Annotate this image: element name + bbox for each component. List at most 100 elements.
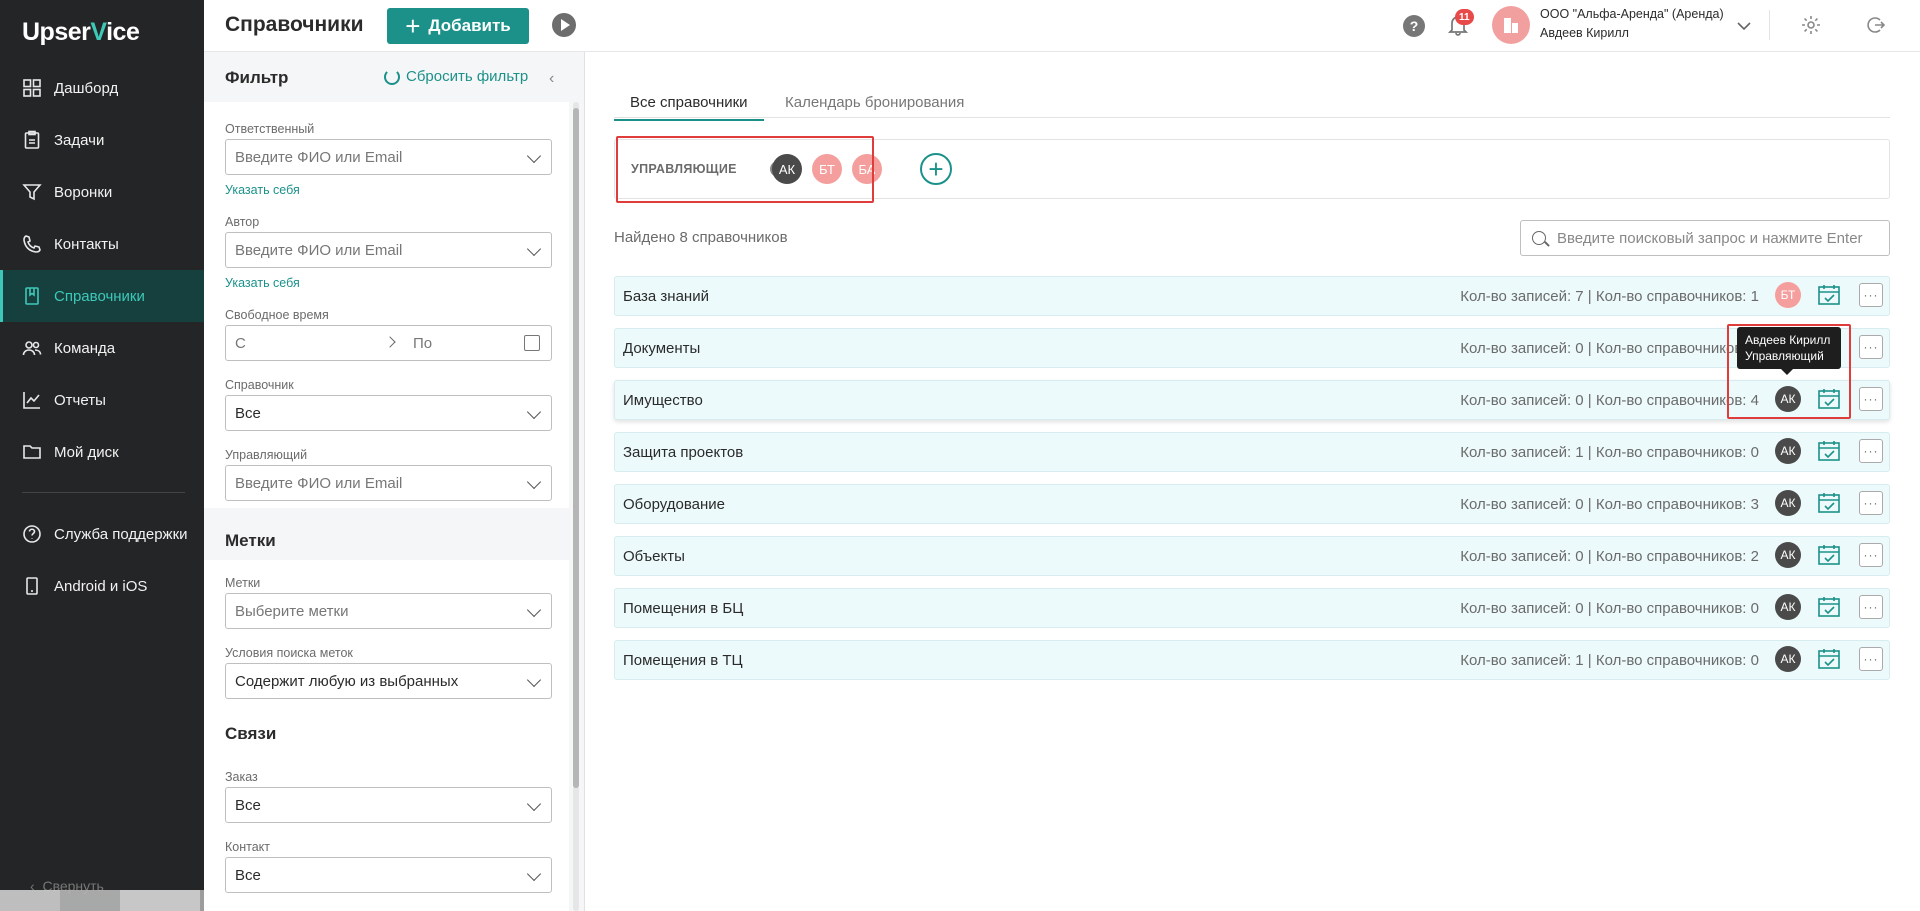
collapse-panel-icon[interactable]: ‹ bbox=[549, 70, 554, 88]
row-name[interactable]: Документы bbox=[623, 340, 700, 357]
sidebar-item-label: Служба поддержки bbox=[54, 525, 188, 543]
page-title: Справочники bbox=[225, 13, 364, 36]
table-row[interactable]: Помещения в ТЦ Кол-во записей: 1 | Кол-в… bbox=[614, 640, 1890, 680]
more-options-button[interactable]: ··· bbox=[1859, 387, 1883, 411]
table-row[interactable]: Документы Кол-во записей: 0 | Кол-во спр… bbox=[614, 328, 1890, 368]
reset-filter-button[interactable]: Сбросить фильтр bbox=[384, 68, 528, 85]
row-owner-avatar[interactable]: АК bbox=[1775, 646, 1801, 672]
date-from-field[interactable]: С bbox=[235, 335, 246, 352]
sidebar-item-contacts[interactable]: Контакты bbox=[0, 218, 204, 270]
calendar-check-icon[interactable] bbox=[1817, 648, 1841, 670]
sidebar-item-support[interactable]: Служба поддержки bbox=[0, 508, 204, 560]
row-name[interactable]: Объекты bbox=[623, 548, 685, 565]
order-select[interactable]: Все bbox=[225, 787, 552, 823]
row-owner-avatar[interactable]: АК bbox=[1775, 438, 1801, 464]
chevron-down-icon bbox=[526, 474, 542, 490]
sidebar-item-reports[interactable]: Отчеты bbox=[0, 374, 204, 426]
row-name[interactable]: Помещения в ТЦ bbox=[623, 652, 743, 669]
more-options-button[interactable]: ··· bbox=[1859, 335, 1883, 359]
add-button[interactable]: + Добавить bbox=[387, 8, 529, 44]
row-name[interactable]: Имущество bbox=[623, 392, 703, 409]
top-header: Справочники + Добавить ? 11 ООО "Альфа-Ар… bbox=[204, 0, 1920, 52]
help-icon[interactable]: ? bbox=[1403, 15, 1425, 37]
header-divider bbox=[1769, 10, 1770, 40]
table-row[interactable]: Имущество Кол-во записей: 0 | Кол-во спр… bbox=[614, 380, 1890, 420]
more-options-button[interactable]: ··· bbox=[1859, 647, 1883, 671]
table-row[interactable]: База знаний Кол-во записей: 7 | Кол-во с… bbox=[614, 276, 1890, 316]
user-name[interactable]: Авдеев Кирилл bbox=[1540, 26, 1629, 40]
table-row[interactable]: Помещения в БЦ Кол-во записей: 0 | Кол-в… bbox=[614, 588, 1890, 628]
highlight-box-managers bbox=[616, 136, 874, 203]
row-stats: Кол-во записей: 0 | Кол-во справочников:… bbox=[1460, 600, 1759, 617]
contact-select[interactable]: Все bbox=[225, 857, 552, 893]
calendar-check-icon[interactable] bbox=[1817, 440, 1841, 462]
chevron-down-icon bbox=[526, 866, 542, 882]
calendar-check-icon[interactable] bbox=[1817, 284, 1841, 306]
responsible-input[interactable]: Введите ФИО или Email bbox=[225, 139, 552, 175]
table-row[interactable]: Защита проектов Кол-во записей: 1 | Кол-… bbox=[614, 432, 1890, 472]
app-logo[interactable]: UpserVice bbox=[22, 18, 140, 47]
manager-input[interactable]: Введите ФИО или Email bbox=[225, 465, 552, 501]
sidebar-item-funnels[interactable]: Воронки bbox=[0, 166, 204, 218]
sidebar-item-directories[interactable]: Справочники bbox=[0, 270, 204, 322]
row-owner-avatar[interactable]: БТ bbox=[1775, 282, 1801, 308]
tags-select[interactable]: Выберите метки bbox=[225, 593, 552, 629]
filter-scrollbar-thumb[interactable] bbox=[573, 108, 579, 788]
building-icon bbox=[1504, 18, 1518, 33]
row-name[interactable]: Защита проектов bbox=[623, 444, 743, 461]
more-options-button[interactable]: ··· bbox=[1859, 491, 1883, 515]
folder-icon bbox=[22, 442, 42, 462]
author-input[interactable]: Введите ФИО или Email bbox=[225, 232, 552, 268]
date-to-field[interactable]: По bbox=[413, 335, 432, 352]
sidebar-item-tasks[interactable]: Задачи bbox=[0, 114, 204, 166]
calendar-check-icon[interactable] bbox=[1817, 492, 1841, 514]
author-self-link[interactable]: Указать себя bbox=[225, 276, 300, 290]
row-owner-avatar[interactable]: АК bbox=[1775, 490, 1801, 516]
sidebar-item-team[interactable]: Команда bbox=[0, 322, 204, 374]
mobile-icon bbox=[22, 576, 42, 596]
gear-icon[interactable] bbox=[1800, 14, 1822, 40]
sidebar-item-label: Отчеты bbox=[54, 391, 106, 409]
add-manager-button[interactable]: + bbox=[920, 153, 952, 185]
row-name[interactable]: База знаний bbox=[623, 288, 709, 305]
sidebar-item-label: Задачи bbox=[54, 131, 105, 149]
tabs: Все справочники Календарь бронирования bbox=[614, 88, 1890, 121]
directory-select[interactable]: Все bbox=[225, 395, 552, 431]
play-video-button[interactable] bbox=[552, 13, 576, 37]
more-options-button[interactable]: ··· bbox=[1859, 595, 1883, 619]
more-options-button[interactable]: ··· bbox=[1859, 283, 1883, 307]
organization-name[interactable]: ООО "Альфа-Аренда" (Аренда) bbox=[1540, 7, 1724, 21]
search-input[interactable]: Введите поисковый запрос и нажмите Enter bbox=[1520, 220, 1890, 256]
chevron-down-icon[interactable] bbox=[1737, 18, 1751, 35]
tags-condition-select[interactable]: Содержит любую из выбранных bbox=[225, 663, 552, 699]
book-icon bbox=[22, 286, 42, 306]
row-stats: Кол-во записей: 0 | Кол-во справочников:… bbox=[1460, 392, 1759, 409]
chart-icon bbox=[22, 390, 42, 410]
more-options-button[interactable]: ··· bbox=[1859, 439, 1883, 463]
row-name[interactable]: Оборудование bbox=[623, 496, 725, 513]
table-row[interactable]: Объекты Кол-во записей: 0 | Кол-во справ… bbox=[614, 536, 1890, 576]
tab-all-directories[interactable]: Все справочники bbox=[614, 94, 764, 121]
calendar-icon[interactable] bbox=[524, 335, 540, 351]
calendar-check-icon[interactable] bbox=[1817, 544, 1841, 566]
organization-avatar[interactable] bbox=[1492, 6, 1530, 44]
sidebar-item-mobile[interactable]: Android и iOS bbox=[0, 560, 204, 612]
plus-icon: + bbox=[405, 11, 421, 41]
calendar-check-icon[interactable] bbox=[1817, 596, 1841, 618]
responsible-self-link[interactable]: Указать себя bbox=[225, 183, 300, 197]
row-stats: Кол-во записей: 0 | Кол-во справочников:… bbox=[1460, 548, 1759, 565]
logout-icon[interactable] bbox=[1864, 14, 1886, 40]
sidebar-item-my-disk[interactable]: Мой диск bbox=[0, 426, 204, 478]
row-name[interactable]: Помещения в БЦ bbox=[623, 600, 743, 617]
sidebar-item-label: Контакты bbox=[54, 235, 119, 253]
sidebar-item-dashboard[interactable]: Дашборд bbox=[0, 62, 204, 114]
filter-links-block: Заказ Все Контакт Все bbox=[204, 754, 569, 911]
date-range-input[interactable]: С По bbox=[225, 325, 552, 361]
row-owner-avatar[interactable]: АК bbox=[1775, 542, 1801, 568]
row-stats: Кол-во записей: 1 | Кол-во справочников:… bbox=[1460, 652, 1759, 669]
more-options-button[interactable]: ··· bbox=[1859, 543, 1883, 567]
refresh-icon bbox=[384, 68, 400, 85]
tab-booking-calendar[interactable]: Календарь бронирования bbox=[785, 94, 964, 119]
row-owner-avatar[interactable]: АК bbox=[1775, 594, 1801, 620]
table-row[interactable]: Оборудование Кол-во записей: 0 | Кол-во … bbox=[614, 484, 1890, 524]
